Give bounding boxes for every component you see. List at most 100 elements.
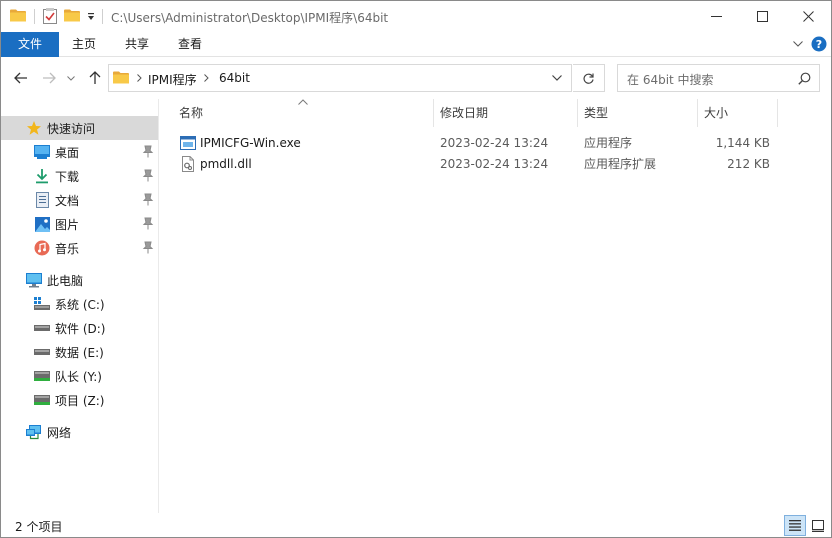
column-header-type[interactable]: 类型 — [578, 99, 698, 127]
sidebar-item-drive-c[interactable]: 系统 (C:) — [1, 292, 158, 316]
customize-toolbar-icon[interactable] — [86, 12, 96, 22]
refresh-button[interactable] — [573, 64, 605, 92]
arrow-left-icon — [14, 72, 27, 84]
exe-icon — [180, 136, 196, 150]
sidebar-item-this-pc[interactable]: 此电脑 — [1, 268, 158, 292]
chevron-down-icon — [67, 75, 75, 81]
explorer-window: C:\Users\Administrator\Desktop\IPMI程序\64… — [0, 0, 832, 538]
search-input[interactable]: 在 64bit 中搜索 — [627, 71, 714, 88]
sidebar-item-drive-z[interactable]: 项目 (Z:) — [1, 388, 158, 412]
recent-locations-button[interactable] — [63, 67, 79, 89]
pin-icon[interactable] — [142, 169, 154, 182]
network-drive-icon — [34, 368, 50, 384]
tab-home[interactable]: 主页 — [59, 32, 109, 57]
file-list: 名称 修改日期 类型 大小 IPMICFG-Win.exe 2023-02-24… — [160, 99, 831, 513]
sidebar-item-pictures[interactable]: 图片 — [1, 212, 158, 236]
sidebar-item-quick-access[interactable]: 快速访问 — [1, 116, 158, 140]
arrow-right-icon — [43, 72, 56, 84]
document-icon — [34, 192, 50, 208]
desktop-icon — [34, 144, 50, 160]
sidebar-item-documents[interactable]: 文档 — [1, 188, 158, 212]
sidebar-item-label: 系统 (C:) — [55, 297, 105, 312]
file-row[interactable]: IPMICFG-Win.exe 2023-02-24 13:24 应用程序 1,… — [160, 133, 831, 154]
address-bar[interactable]: IPMI程序 64bit — [108, 64, 572, 92]
dll-icon — [182, 156, 194, 172]
column-header-size[interactable]: 大小 — [698, 99, 778, 127]
title-separator — [102, 9, 103, 24]
file-name: pmdll.dll — [200, 157, 252, 171]
sidebar-item-downloads[interactable]: 下载 — [1, 164, 158, 188]
column-header-date[interactable]: 修改日期 — [434, 99, 578, 127]
address-history-dropdown-icon[interactable] — [551, 73, 563, 83]
chevron-down-icon — [793, 41, 803, 47]
sidebar-item-label: 队长 (Y:) — [55, 369, 102, 384]
tab-file[interactable]: 文件 — [1, 32, 59, 57]
pin-icon[interactable] — [142, 193, 154, 206]
search-box[interactable]: 在 64bit 中搜索 — [617, 64, 820, 92]
drive-icon — [34, 320, 50, 336]
file-name: IPMICFG-Win.exe — [200, 136, 301, 150]
sidebar-item-drive-e[interactable]: 数据 (E:) — [1, 340, 158, 364]
svg-text:?: ? — [816, 38, 822, 51]
help-button[interactable]: ? — [810, 35, 828, 53]
ribbon-tabs: 文件 主页 共享 查看 ? — [1, 32, 831, 57]
new-folder-icon[interactable] — [64, 9, 80, 22]
maximize-button[interactable] — [739, 1, 785, 32]
forward-button[interactable] — [38, 67, 60, 89]
sidebar-item-music[interactable]: 音乐 — [1, 236, 158, 260]
pin-icon[interactable] — [142, 217, 154, 230]
network-drive-icon — [34, 392, 50, 408]
sidebar-item-label: 此电脑 — [47, 273, 84, 288]
sidebar-item-network[interactable]: 网络 — [1, 420, 158, 444]
refresh-icon — [583, 73, 594, 84]
title-bar: C:\Users\Administrator\Desktop\IPMI程序\64… — [1, 1, 831, 32]
column-header-name[interactable]: 名称 — [173, 99, 434, 127]
item-count: 2 个项目 — [15, 520, 63, 534]
properties-icon[interactable] — [43, 8, 57, 24]
title-separator — [34, 9, 35, 24]
breadcrumb-segment[interactable]: 64bit — [219, 71, 250, 85]
help-icon: ? — [811, 36, 827, 52]
sidebar-item-desktop[interactable]: 桌面 — [1, 140, 158, 164]
chevron-right-icon[interactable] — [134, 73, 144, 83]
file-row[interactable]: pmdll.dll 2023-02-24 13:24 应用程序扩展 212 KB — [160, 154, 831, 175]
drive-icon — [34, 344, 50, 360]
file-size: 212 KB — [727, 157, 770, 171]
arrow-up-icon — [89, 71, 101, 84]
close-button[interactable] — [785, 1, 831, 32]
sidebar-item-label: 下载 — [55, 169, 80, 184]
tab-share[interactable]: 共享 — [111, 32, 163, 57]
sidebar-item-label: 数据 (E:) — [55, 345, 104, 360]
sidebar-item-label: 快速访问 — [47, 121, 96, 136]
minimize-button[interactable] — [693, 1, 739, 32]
back-button[interactable] — [10, 67, 32, 89]
status-bar: 2 个项目 — [1, 513, 831, 537]
details-view-button[interactable] — [784, 515, 806, 536]
maximize-icon — [756, 11, 768, 22]
tab-view[interactable]: 查看 — [164, 32, 216, 57]
up-button[interactable] — [84, 67, 106, 89]
file-type: 应用程序 — [584, 136, 633, 150]
details-view-icon — [789, 520, 801, 531]
download-icon — [34, 168, 50, 184]
folder-icon — [10, 9, 26, 22]
sidebar-item-label: 桌面 — [55, 145, 80, 160]
sidebar-item-label: 软件 (D:) — [55, 321, 106, 336]
chevron-right-icon[interactable] — [201, 73, 211, 83]
sidebar-item-label: 图片 — [55, 217, 80, 232]
sidebar-item-drive-y[interactable]: 队长 (Y:) — [1, 364, 158, 388]
star-icon — [26, 120, 42, 136]
pin-icon[interactable] — [142, 241, 154, 254]
sidebar-item-label: 音乐 — [55, 241, 80, 256]
system-drive-icon — [34, 296, 50, 312]
large-icons-view-button[interactable] — [807, 515, 829, 536]
breadcrumb-segment[interactable]: IPMI程序 — [148, 71, 197, 88]
expand-ribbon-button[interactable] — [789, 35, 807, 53]
sidebar-item-drive-d[interactable]: 软件 (D:) — [1, 316, 158, 340]
large-icons-view-icon — [812, 519, 824, 532]
file-date: 2023-02-24 13:24 — [440, 157, 549, 171]
minimize-icon — [710, 16, 722, 17]
close-icon — [802, 11, 814, 22]
music-icon — [34, 240, 50, 256]
pin-icon[interactable] — [142, 145, 154, 158]
